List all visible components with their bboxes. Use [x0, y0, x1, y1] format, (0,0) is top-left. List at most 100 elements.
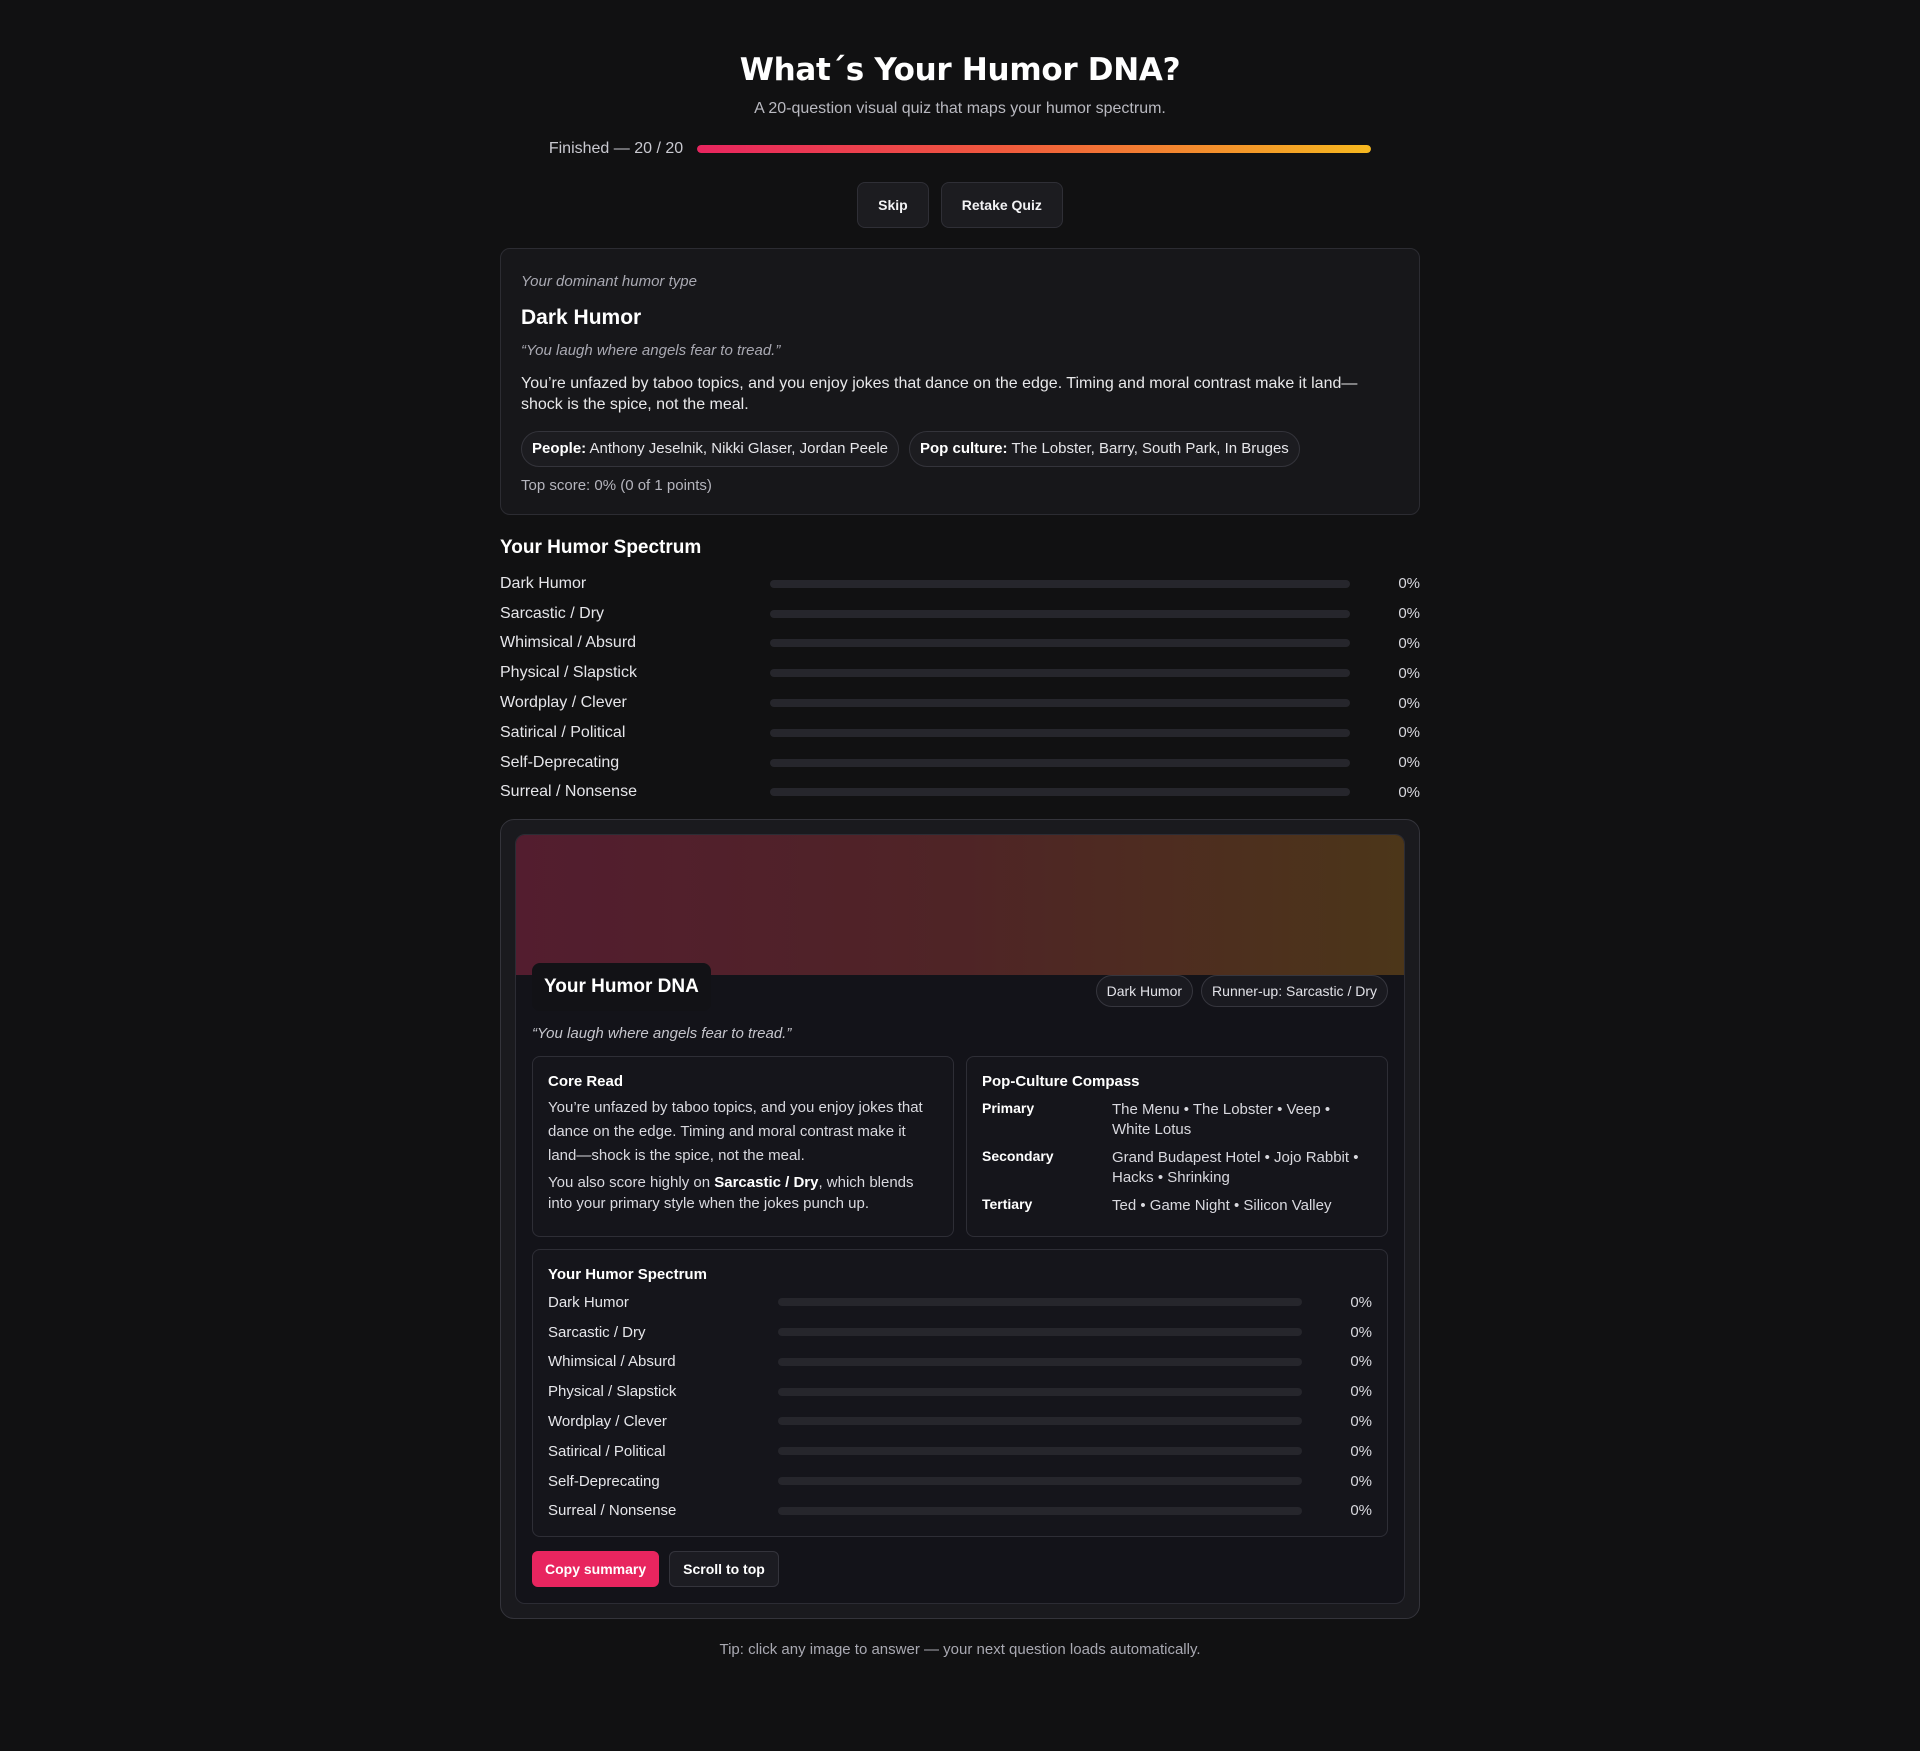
spectrum-bar [778, 1506, 1302, 1515]
spectrum-label: Dark Humor [548, 1293, 629, 1311]
pop-culture-chip-label: Pop culture: [920, 440, 1008, 457]
spectrum-percent: 0% [1398, 754, 1420, 772]
core-read-also-prefix: You also score highly on [548, 1174, 715, 1192]
dna-spectrum-title: Your Humor Spectrum [548, 1266, 707, 1284]
spectrum-bar [778, 1328, 1302, 1337]
spectrum-percent: 0% [1350, 1323, 1372, 1341]
spectrum-label: Wordplay / Clever [500, 694, 627, 712]
spectrum-bar [770, 579, 1350, 588]
compass-value: Grand Budapest Hotel • Jojo Rabbit • Hac… [1112, 1149, 1359, 1187]
spectrum-percent: 0% [1398, 724, 1420, 742]
spectrum-percent: 0% [1350, 1472, 1372, 1490]
core-read-also: You also score highly on Sarcastic / Dry… [548, 1172, 938, 1214]
spectrum-row: Whimsical / Absurd 0% [548, 1347, 1372, 1377]
spectrum-bar [778, 1447, 1302, 1456]
spectrum-row: Self-Deprecating 0% [500, 748, 1420, 778]
dna-badges: Dark Humor Runner-up: Sarcastic / Dry [1095, 975, 1388, 1008]
spectrum-percent: 0% [1350, 1353, 1372, 1371]
spectrum-percent: 0% [1398, 783, 1420, 801]
tip-text: Tip: click any image to answer — your ne… [719, 1640, 1201, 1658]
spectrum-label: Whimsical / Absurd [548, 1353, 676, 1371]
core-read-title: Core Read [548, 1073, 624, 1091]
spectrum-percent: 0% [1398, 605, 1420, 623]
quiz-controls: Skip Retake Quiz [500, 182, 1420, 228]
spectrum-bar [778, 1387, 1302, 1396]
compass-key: Tertiary [982, 1196, 1033, 1213]
result-type-name: Dark Humor [521, 306, 642, 329]
spectrum-row: Dark Humor 0% [548, 1287, 1372, 1317]
runner-up-badge: Runner-up: Sarcastic / Dry [1201, 975, 1388, 1008]
spectrum-bar [770, 758, 1350, 767]
dna-title: Your Humor DNA [532, 963, 711, 1012]
progress-row: Finished — 20 / 20 [500, 140, 1420, 158]
page-title: What´s Your Humor DNA? [739, 52, 1181, 88]
top-score: Top score: 0% (0 of 1 points) [521, 477, 712, 494]
spectrum-row: Physical / Slapstick 0% [548, 1377, 1372, 1407]
spectrum-bar [778, 1357, 1302, 1366]
result-chips: People: Anthony Jeselnik, Nikki Glaser, … [521, 431, 1399, 467]
spectrum-label: Physical / Slapstick [500, 664, 637, 682]
spectrum-label: Surreal / Nonsense [500, 783, 637, 801]
spectrum-row: Dark Humor 0% [500, 569, 1420, 599]
progress-label: Finished — 20 / 20 [548, 140, 684, 157]
spectrum-title: Your Humor Spectrum [500, 537, 702, 558]
spectrum-row: Satirical / Political 0% [548, 1436, 1372, 1466]
retake-quiz-button[interactable]: Retake Quiz [940, 182, 1063, 228]
compass-key: Primary [982, 1100, 1035, 1117]
spectrum-label: Whimsical / Absurd [500, 634, 637, 652]
spectrum-row: Self-Deprecating 0% [548, 1466, 1372, 1496]
compass-value: Ted • Game Night • Silicon Valley [1112, 1197, 1332, 1215]
dna-header: Your Humor DNA Dark Humor Runner-up: Sar… [516, 963, 1404, 1012]
spectrum-label: Satirical / Political [548, 1442, 666, 1460]
result-card: Your dominant humor type Dark Humor “You… [500, 248, 1420, 515]
result-kicker: Your dominant humor type [521, 273, 697, 290]
spectrum-percent: 0% [1350, 1502, 1372, 1520]
spectrum-row: Surreal / Nonsense 0% [500, 778, 1420, 808]
spectrum-bar [770, 728, 1350, 737]
spectrum-percent: 0% [1398, 664, 1420, 682]
compass-key: Secondary [982, 1148, 1054, 1165]
compass-row-tertiary: Tertiary Ted • Game Night • Silicon Vall… [982, 1196, 1372, 1216]
spectrum-label: Self-Deprecating [500, 753, 620, 771]
copy-summary-button[interactable]: Copy summary [532, 1550, 660, 1587]
spectrum-percent: 0% [1398, 694, 1420, 712]
spectrum-label: Satirical / Political [500, 723, 626, 741]
spectrum-row: Satirical / Political 0% [500, 718, 1420, 748]
result-quote: “You laugh where angels fear to tread.” [521, 342, 781, 359]
dna-spectrum-list: Dark Humor 0% Sarcastic / Dry 0% Whimsical /… [548, 1287, 1372, 1525]
core-read-text: You’re unfazed by taboo topics, and you … [548, 1099, 923, 1165]
dna-banner [516, 835, 1404, 976]
spectrum-label: Physical / Slapstick [548, 1383, 677, 1401]
spectrum-bar [778, 1417, 1302, 1426]
compass-value: The Menu • The Lobster • Veep • White Lo… [1112, 1101, 1331, 1139]
compass-title: Pop-Culture Compass [982, 1073, 1140, 1091]
core-read-panel: Core Read You’re unfazed by taboo topics… [532, 1056, 954, 1238]
pop-culture-chip-value: The Lobster, Barry, South Park, In Bruge… [1011, 440, 1289, 457]
spectrum-percent: 0% [1398, 634, 1420, 652]
spectrum-bar [770, 639, 1350, 648]
spectrum-bar [778, 1298, 1302, 1307]
spectrum-label: Self-Deprecating [548, 1472, 660, 1490]
spectrum-percent: 0% [1350, 1293, 1372, 1311]
people-chip-label: People: [532, 440, 587, 457]
spectrum-label: Sarcastic / Dry [548, 1323, 646, 1341]
page-container: What´s Your Humor DNA? A 20-question vis… [500, 0, 1420, 1658]
primary-type-badge: Dark Humor [1095, 975, 1194, 1008]
skip-button[interactable]: Skip [857, 182, 929, 228]
dna-columns: Core Read You’re unfazed by taboo topics… [516, 1056, 1404, 1238]
spectrum-bar [770, 788, 1350, 797]
people-chip: People: Anthony Jeselnik, Nikki Glaser, … [521, 431, 900, 467]
spectrum-percent: 0% [1350, 1442, 1372, 1460]
spectrum-label: Dark Humor [500, 574, 587, 592]
humor-dna-inner: Your Humor DNA Dark Humor Runner-up: Sar… [515, 834, 1405, 1604]
dna-spectrum-panel: Your Humor Spectrum Dark Humor 0% Sarcasti… [532, 1249, 1388, 1537]
spectrum-bar [770, 669, 1350, 678]
people-chip-value: Anthony Jeselnik, Nikki Glaser, Jordan P… [589, 440, 889, 457]
spectrum-list: Dark Humor 0% Sarcastic / Dry 0% Whimsical /… [500, 569, 1420, 807]
spectrum-row: Wordplay / Clever 0% [548, 1407, 1372, 1437]
spectrum-row: Whimsical / Absurd 0% [500, 629, 1420, 659]
spectrum-row: Surreal / Nonsense 0% [548, 1496, 1372, 1526]
spectrum-bar [770, 699, 1350, 708]
result-description: You’re unfazed by taboo topics, and you … [521, 375, 1358, 413]
scroll-to-top-button[interactable]: Scroll to top [669, 1550, 779, 1587]
